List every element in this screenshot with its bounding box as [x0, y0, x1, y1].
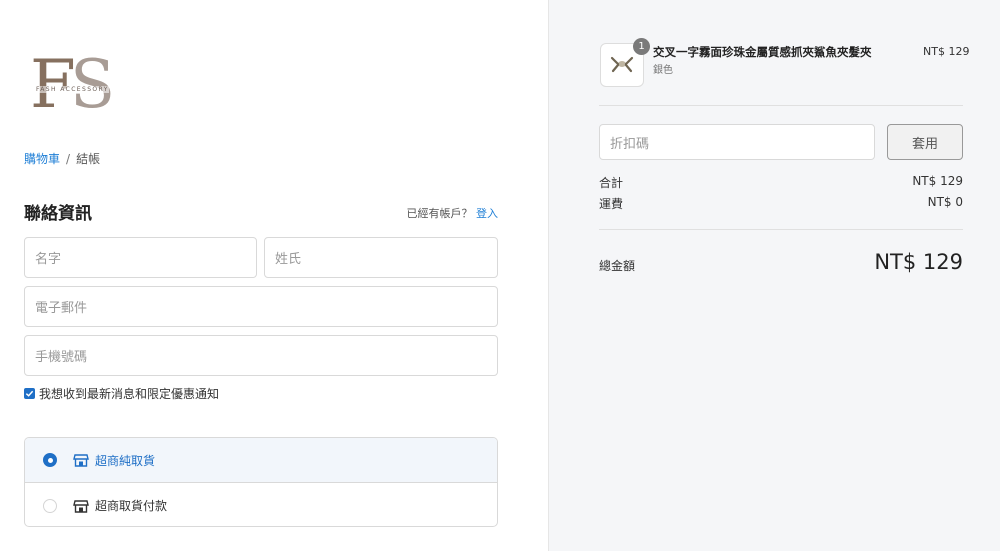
apply-discount-button[interactable]: 套用	[887, 124, 963, 160]
breadcrumb-current: 結帳	[76, 152, 101, 166]
shipping-radio-selected[interactable]	[43, 453, 57, 467]
breadcrumb-separator: /	[66, 152, 71, 166]
breadcrumb-cart-link[interactable]: 購物車	[24, 152, 60, 166]
hair-clip-image	[610, 56, 634, 73]
total-label: 總金額	[599, 259, 636, 273]
newsletter-option[interactable]: 我想收到最新消息和限定優惠通知	[24, 385, 219, 402]
total-value: NT$ 129	[874, 250, 963, 274]
shipping-fee-value: NT$ 0	[927, 195, 963, 209]
shipping-option-label: 超商取貨付款	[95, 499, 168, 513]
has-account-text: 已經有帳戶？	[406, 207, 473, 220]
checkout-main-panel: F S FASH ACCESSORY 購物車 / 結帳 聯絡資訊 已經有帳戶？ 登入…	[0, 0, 548, 551]
logo-letter-s: S	[70, 46, 116, 123]
login-link[interactable]: 登入	[476, 207, 498, 220]
divider	[599, 105, 963, 106]
subtotal-label: 合計	[599, 176, 624, 190]
first-name-field[interactable]: 名字	[24, 237, 257, 278]
breadcrumb: 購物車 / 結帳	[24, 150, 100, 167]
quantity-badge: 1	[633, 38, 650, 55]
last-name-field[interactable]: 姓氏	[264, 237, 498, 278]
shipping-option-store-cod[interactable]: 超商取貨付款	[25, 483, 497, 526]
product-variant: 銀色	[653, 65, 673, 76]
store-logo[interactable]: F S FASH ACCESSORY	[30, 52, 122, 122]
newsletter-label: 我想收到最新消息和限定優惠通知	[39, 387, 220, 401]
shipping-option-label: 超商純取貨	[95, 453, 156, 468]
shipping-method-list: 超商純取貨 超商取貨付款	[24, 437, 498, 527]
product-price: NT$ 129	[923, 45, 970, 58]
shipping-fee-label: 運費	[599, 197, 624, 211]
discount-code-input[interactable]: 折扣碼	[599, 124, 875, 160]
checkmark-icon	[25, 390, 34, 397]
store-icon	[73, 498, 89, 514]
subtotal-value: NT$ 129	[912, 174, 963, 188]
shipping-option-store-pickup[interactable]: 超商純取貨	[25, 438, 497, 483]
phone-field[interactable]: 手機號碼	[24, 335, 498, 376]
shipping-radio-unselected[interactable]	[43, 498, 57, 513]
email-field[interactable]: 電子郵件	[24, 286, 498, 327]
logo-letter-f: F	[30, 46, 76, 123]
newsletter-checkbox[interactable]	[24, 388, 35, 399]
login-hint: 已經有帳戶？ 登入	[407, 205, 499, 221]
subtotal-row: 合計 NT$ 129	[599, 174, 963, 191]
logo-text: FASH ACCESSORY	[36, 86, 109, 93]
product-name: 交叉一字霧面珍珠金屬質感抓夾鯊魚夾髮夾	[653, 45, 872, 59]
shipping-fee-row: 運費 NT$ 0	[599, 195, 963, 212]
store-icon	[73, 452, 89, 468]
divider	[599, 229, 963, 230]
contact-section-title: 聯絡資訊	[24, 204, 92, 224]
